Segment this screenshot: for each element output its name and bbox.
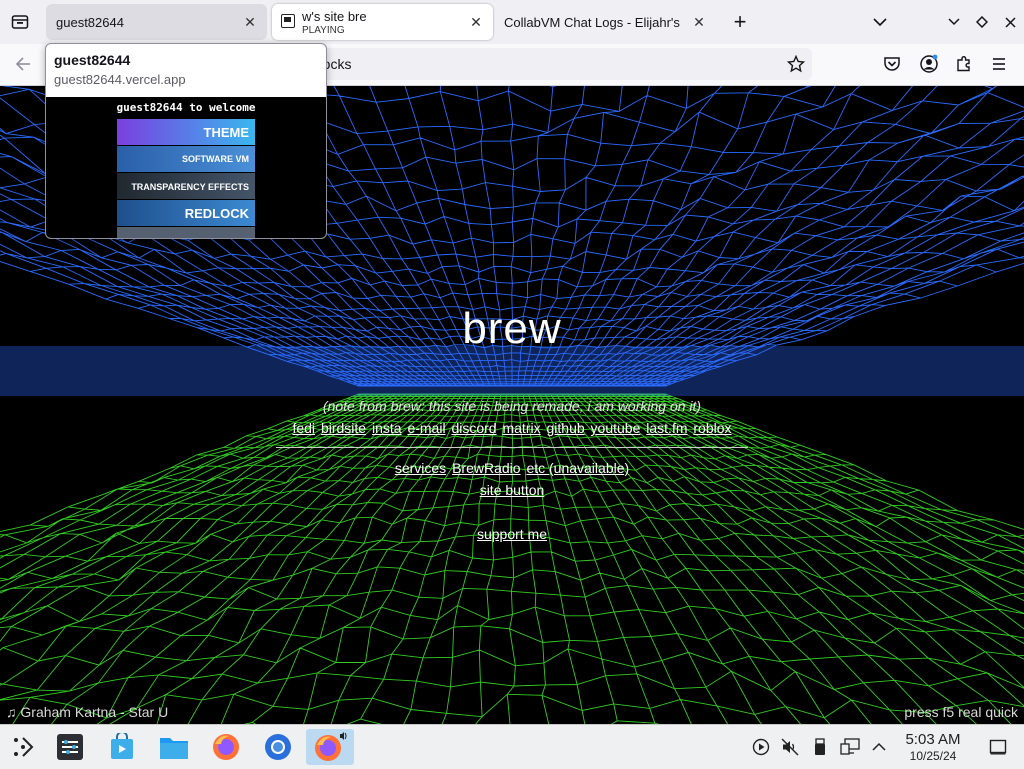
discover-store-icon[interactable]: [103, 729, 141, 765]
preview-title: guest82644: [54, 52, 131, 68]
thumbnail-heading: guest82644 to welcome: [116, 101, 256, 114]
green-mesh-lines: [0, 393, 1024, 724]
close-tab-icon[interactable]: ✕: [467, 13, 485, 31]
now-playing[interactable]: ♫ Graham Kartna - Star U: [6, 704, 168, 720]
link-github[interactable]: github: [547, 420, 585, 436]
thumbnail-banner: TRANSPARENCY EFFECTS: [117, 173, 255, 199]
link-brewradio[interactable]: BrewRadio: [452, 460, 520, 476]
link-youtube[interactable]: youtube: [591, 420, 641, 436]
link-discord[interactable]: discord: [451, 420, 496, 436]
link-birdsite[interactable]: birdsite: [321, 420, 366, 436]
link-etc[interactable]: etc (unavailable): [526, 460, 629, 476]
thumbnail-banner: SOFTWARE VM: [117, 146, 255, 172]
support-row: support me: [0, 526, 1024, 542]
page-title: brew: [462, 304, 562, 353]
refresh-hint: press f5 real quick: [904, 704, 1018, 720]
link-email[interactable]: e-mail: [407, 420, 445, 436]
firefox-icon[interactable]: [207, 729, 245, 765]
back-arrow-icon[interactable]: [10, 51, 36, 77]
close-tab-icon[interactable]: ✕: [690, 13, 708, 31]
link-support-me[interactable]: support me: [477, 526, 547, 542]
tab-preview-popup: guest82644 guest82644.vercel.app guest82…: [45, 43, 327, 239]
preview-thumbnail: guest82644 to welcome THEME SOFTWARE VM …: [46, 97, 326, 238]
tab-collabvm-logs[interactable]: CollabVM Chat Logs - Elijahr's ✕: [496, 4, 714, 40]
link-lastfm[interactable]: last.fm: [646, 420, 687, 436]
window-minimize-icon[interactable]: [940, 8, 968, 36]
thumbnail-banner: THEME: [117, 119, 255, 145]
app-launcher-icon[interactable]: [4, 729, 42, 765]
taskbar: 5:03 AM 10/25/24: [0, 724, 1024, 769]
chromium-icon[interactable]: [259, 729, 297, 765]
new-tab-icon[interactable]: +: [726, 8, 754, 36]
preview-url: guest82644.vercel.app: [54, 72, 186, 87]
media-player-icon[interactable]: [751, 737, 771, 757]
window-maximize-icon[interactable]: [968, 8, 996, 36]
network-icon[interactable]: [840, 737, 860, 757]
show-desktop-icon[interactable]: [988, 737, 1008, 757]
extensions-puzzle-icon[interactable]: [951, 51, 977, 77]
clock-date[interactable]: 10/25/24: [890, 749, 976, 763]
site-note: (note from brew: this site is being rema…: [322, 398, 702, 414]
tab-bar: guest82644 ✕ w's site bre PLAYING ✕ Coll…: [0, 0, 1024, 44]
service-links: services BrewRadio etc (unavailable): [0, 460, 1024, 476]
tab-title: w's site bre: [302, 9, 367, 24]
usb-device-icon[interactable]: [810, 737, 830, 757]
link-insta[interactable]: insta: [372, 420, 402, 436]
thumbnail-banner: [117, 227, 255, 238]
pocket-icon[interactable]: [879, 51, 905, 77]
account-icon[interactable]: [916, 51, 942, 77]
tab-title: CollabVM Chat Logs - Elijahr's: [504, 15, 680, 30]
chevron-down-icon[interactable]: [866, 8, 894, 36]
green-mesh: [0, 393, 1024, 724]
firefox-active-window-icon[interactable]: [306, 729, 354, 765]
show-hidden-icons-chevron-icon[interactable]: [869, 737, 889, 757]
link-fedi[interactable]: fedi: [292, 420, 315, 436]
divider: [276, 447, 748, 448]
tab-brew-site[interactable]: w's site bre PLAYING ✕: [272, 4, 493, 40]
tab-guest82644[interactable]: guest82644 ✕: [46, 4, 267, 40]
menu-hamburger-icon[interactable]: [986, 51, 1012, 77]
link-site-button[interactable]: site button: [480, 482, 545, 498]
link-roblox[interactable]: roblox: [693, 420, 731, 436]
volume-muted-icon[interactable]: [780, 737, 800, 757]
music-note-icon: ♫: [6, 704, 17, 720]
link-services[interactable]: services: [395, 460, 446, 476]
url-bar[interactable]: rocks: [308, 48, 812, 80]
close-tab-icon[interactable]: ✕: [241, 13, 259, 31]
tab-title: guest82644: [56, 15, 124, 30]
tab-playing-label: PLAYING: [302, 25, 345, 36]
site-favicon-icon: [281, 14, 295, 28]
window-close-icon[interactable]: [996, 8, 1024, 36]
social-links: fedi birdsite insta e-mail discord matri…: [0, 420, 1024, 436]
link-matrix[interactable]: matrix: [502, 420, 540, 436]
thumbnail-banner: REDLOCK: [117, 200, 255, 226]
clock-time[interactable]: 5:03 AM: [890, 731, 976, 748]
now-playing-track: Graham Kartna - Star U: [20, 704, 169, 720]
system-settings-icon[interactable]: [51, 729, 89, 765]
file-manager-icon[interactable]: [155, 729, 193, 765]
site-button-row: site button: [0, 482, 1024, 498]
bookmark-star-icon[interactable]: [783, 51, 809, 77]
tab-list-icon[interactable]: [6, 8, 34, 36]
